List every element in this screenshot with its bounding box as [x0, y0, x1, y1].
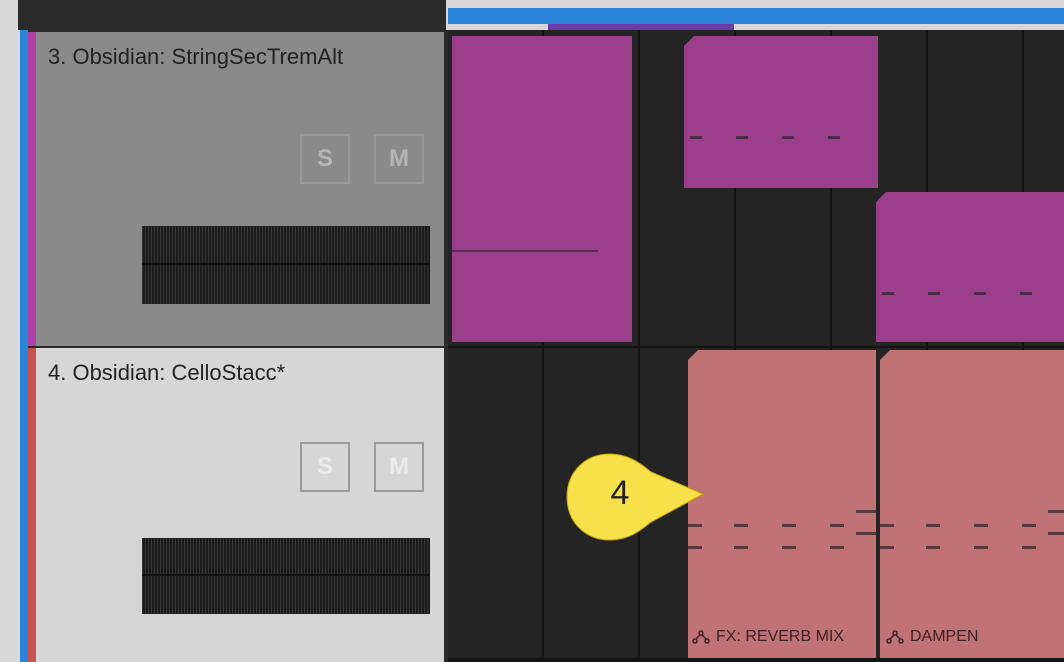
arrangement-area[interactable]: FX: REVERB MIX DAMPEN — [448, 30, 1064, 662]
track-header-4[interactable]: 4. Obsidian: CelloStacc* S M — [28, 346, 444, 662]
level-meter — [142, 226, 430, 304]
automation-lane-label[interactable]: FX: REVERB MIX — [692, 628, 844, 646]
solo-button[interactable]: S — [300, 134, 350, 184]
mute-button[interactable]: M — [374, 134, 424, 184]
automation-curve-icon — [886, 630, 904, 644]
header-strip — [18, 0, 446, 30]
solo-button[interactable]: S — [300, 442, 350, 492]
mute-button[interactable]: M — [374, 442, 424, 492]
track-header-3[interactable]: 3. Obsidian: StringSecTremAlt S M — [28, 30, 444, 348]
automation-curve-icon — [692, 630, 710, 644]
automation-label-text: FX: REVERB MIX — [716, 628, 845, 645]
callout-number: 4 — [610, 474, 630, 512]
track-color-strip — [28, 348, 36, 662]
timeline-ruler[interactable] — [448, 8, 1064, 24]
track-name[interactable]: 3. Obsidian: StringSecTremAlt — [48, 44, 343, 70]
track-name[interactable]: 4. Obsidian: CelloStacc* — [48, 360, 285, 386]
midi-clip[interactable] — [876, 192, 1064, 342]
level-meter — [142, 538, 430, 614]
automation-label-text: DAMPEN — [910, 628, 979, 645]
midi-clip[interactable]: DAMPEN — [880, 350, 1064, 658]
automation-lane-label[interactable]: DAMPEN — [886, 628, 978, 646]
midi-clip[interactable] — [684, 36, 878, 188]
midi-clip[interactable] — [452, 36, 632, 342]
midi-clip[interactable]: FX: REVERB MIX — [688, 350, 876, 658]
track-color-strip — [28, 32, 36, 348]
